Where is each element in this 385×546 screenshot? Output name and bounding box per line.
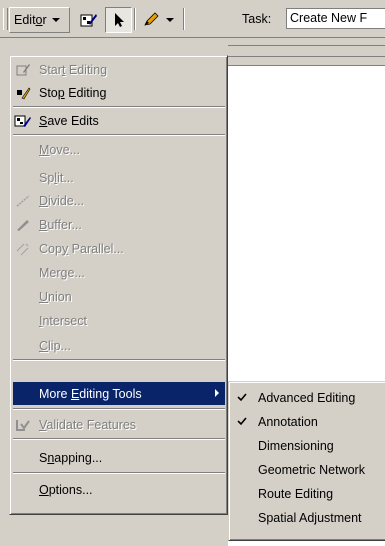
menu-item-label: Copy Parallel... [39,241,124,256]
menu-item-validate-features[interactable]: Validate Features [13,413,225,436]
toolbar-divider [228,56,385,57]
menu-item-label: Save Edits [39,113,99,128]
submenu-item-advanced-editing[interactable]: Advanced Editing [232,386,385,409]
menu-item-stop-editing[interactable]: Stop Editing [13,81,225,104]
save-edits-icon [13,114,33,128]
toolbar-separator [134,8,136,30]
submenu-item-label: Annotation [258,414,318,429]
menu-item-label: Move... [39,142,80,157]
pointer-tool-button[interactable] [105,7,132,33]
menu-item-split[interactable]: Split... [13,166,225,189]
editor-dropdown-menu: Start Editing Stop Editing Save Edits Mo… [9,55,228,515]
submenu-item-geometric-network[interactable]: Geometric Network [232,458,385,481]
menu-item-clip[interactable]: Clip... [13,334,225,357]
menu-item-snapping[interactable]: Snapping... [13,446,225,469]
editor-menu-label: Editor [14,13,47,27]
menu-item-label: Intersect [39,313,87,328]
submenu-arrow-icon [215,389,219,397]
more-editing-tools-submenu: Advanced Editing Annotation Dimensioning… [228,381,385,541]
menu-separator [13,106,225,108]
toolbar-separator [183,8,185,30]
menu-item-label: Clip... [39,338,71,353]
menu-item-label: Union [39,289,72,304]
menu-separator [13,408,225,410]
pencil-icon [144,12,159,26]
editor-menu-button[interactable]: Editor [9,7,70,33]
menu-item-label: Validate Features [39,417,137,432]
task-label: Task: [242,12,272,26]
chevron-down-icon [166,18,174,22]
stop-editing-icon [13,86,33,100]
submenu-item-label: Route Editing [258,486,334,501]
checkmark-icon [232,417,252,426]
submenu-item-annotation[interactable]: Annotation [232,410,385,433]
menu-item-label: Start Editing [39,62,108,77]
menu-item-options[interactable]: Options... [13,478,225,501]
menu-item-label: Merge... [39,265,85,280]
menu-item-more-editing-tools[interactable]: More Editing Tools [13,382,225,405]
buffer-icon [13,218,33,232]
start-editing-icon [13,63,33,77]
arrow-pointer-icon [114,13,124,27]
submenu-item-label: Advanced Editing [258,390,356,405]
sketch-tool-button[interactable] [137,7,177,33]
edit-tool-button[interactable] [75,7,102,33]
checkmark-icon [232,393,252,402]
menu-item-move[interactable]: Move... [13,138,225,161]
submenu-item-dimensioning[interactable]: Dimensioning [232,434,385,457]
copy-parallel-icon [13,242,33,256]
task-dropdown[interactable]: Create New F [286,8,385,29]
menu-item-merge[interactable]: Merge... [13,261,225,284]
toolbar-divider [228,45,385,46]
menu-item-label: Divide... [39,193,85,208]
menu-item-save-edits[interactable]: Save Edits [13,109,225,132]
menu-item-label: Buffer... [39,217,82,232]
menu-item-buffer[interactable]: Buffer... [13,213,225,236]
menu-item-label: More Editing Tools [39,386,142,401]
edit-tool-icon [80,14,97,27]
submenu-item-label: Spatial Adjustment [258,510,362,525]
menu-separator [13,134,225,136]
menu-item-label: Split... [39,170,74,185]
menu-item-label: Snapping... [39,450,103,465]
divide-icon [13,194,33,208]
submenu-item-route-editing[interactable]: Route Editing [232,482,385,505]
chevron-down-icon [51,18,60,22]
toolbar-grip[interactable] [3,8,8,30]
menu-item-label: Options... [39,482,93,497]
menu-item-divide[interactable]: Divide... [13,189,225,212]
validate-features-icon [13,418,33,432]
menu-item-start-editing[interactable]: Start Editing [13,58,225,81]
menu-item-union[interactable]: Union [13,285,225,308]
submenu-item-label: Geometric Network [258,462,365,477]
editor-toolbar: Editor Task: Create New F [0,0,385,38]
menu-separator [13,472,225,474]
menu-item-label: Stop Editing [39,85,107,100]
submenu-item-label: Dimensioning [258,438,334,453]
menu-separator [13,438,225,440]
submenu-item-spatial-adjustment[interactable]: Spatial Adjustment [232,506,385,529]
menu-separator [13,359,225,361]
secondary-toolbar [228,38,385,66]
menu-item-copy-parallel[interactable]: Copy Parallel... [13,237,225,260]
menu-item-intersect[interactable]: Intersect [13,309,225,332]
